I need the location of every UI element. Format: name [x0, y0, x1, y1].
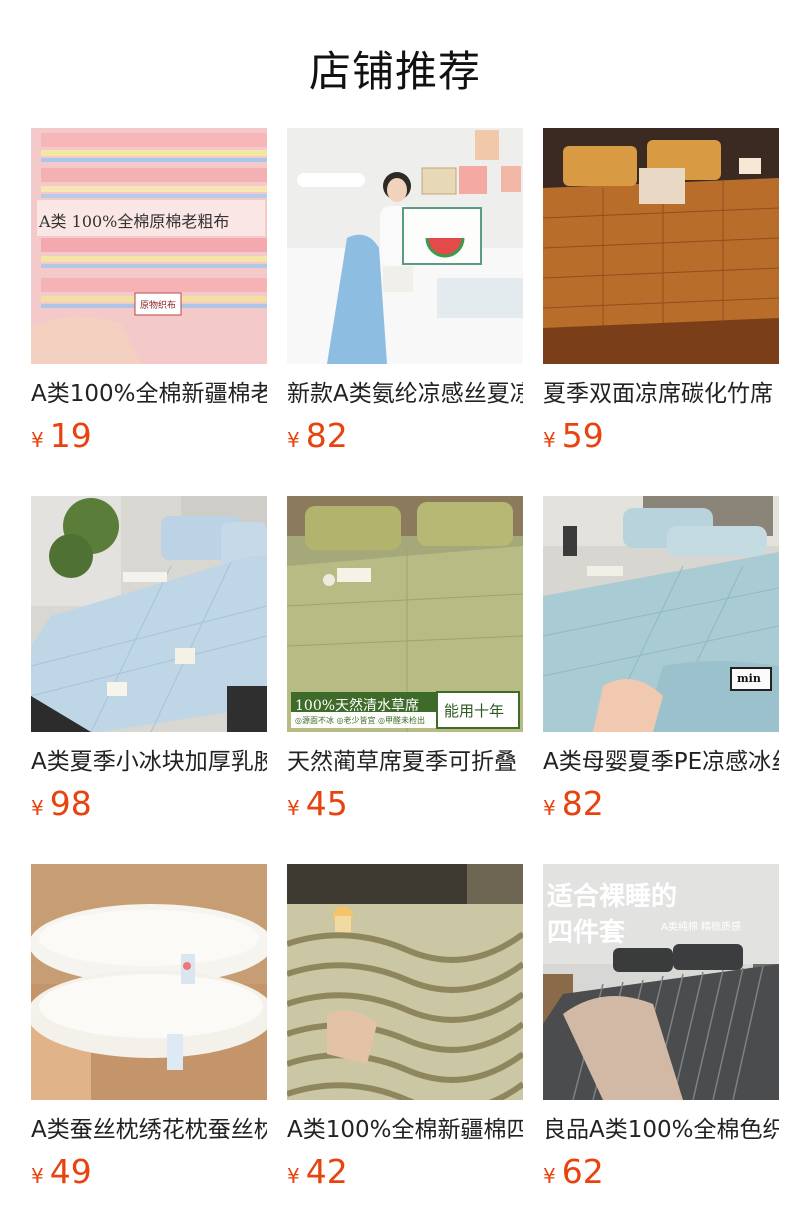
currency-symbol: ¥ [543, 796, 556, 820]
product-price: ¥49 [31, 1155, 267, 1195]
product-name[interactable]: A类100%全棉新疆棉四件套 [287, 1115, 523, 1145]
product-image[interactable]: A类 100%全棉原棉老粗布 原物织布 [31, 128, 267, 364]
image-headline: 适合裸睡的 [547, 882, 678, 912]
product-photo [543, 128, 779, 364]
product-image[interactable]: min [543, 496, 779, 732]
currency-symbol: ¥ [543, 1164, 556, 1188]
image-subcaption: ◎源面不冰 ◎老少皆宜 ◎甲醛未检出 [295, 716, 426, 725]
product-card[interactable]: A类 100%全棉原棉老粗布 原物织布 A类100%全棉新疆棉老粗布 ¥19 [31, 128, 267, 459]
price-value: 49 [49, 1152, 92, 1191]
product-price: ¥82 [543, 787, 779, 827]
product-name[interactable]: A类夏季小冰块加厚乳胶凉席 [31, 747, 267, 777]
product-name[interactable]: 良品A类100%全棉色织四件套 [543, 1115, 779, 1145]
price-value: 82 [561, 784, 604, 823]
product-card[interactable]: min A类母婴夏季PE凉感冰丝席 ¥82 [543, 496, 779, 827]
product-card[interactable]: A类夏季小冰块加厚乳胶凉席 ¥98 [31, 496, 267, 827]
price-value: 45 [305, 784, 348, 823]
image-caption: 100%天然清水草席 [295, 698, 420, 714]
currency-symbol: ¥ [31, 1164, 44, 1188]
currency-symbol: ¥ [287, 428, 300, 452]
product-image[interactable]: 适合裸睡的 四件套 A类纯棉 精梳质感 [543, 864, 779, 1100]
product-name[interactable]: 夏季双面凉席碳化竹席 [543, 379, 779, 409]
currency-symbol: ¥ [31, 796, 44, 820]
product-name[interactable]: 天然蔺草席夏季可折叠 [287, 747, 523, 777]
page-title: 店铺推荐 [308, 47, 481, 96]
product-tag-label: 原物织布 [140, 301, 177, 311]
price-value: 62 [561, 1152, 604, 1191]
currency-symbol: ¥ [31, 428, 44, 452]
currency-symbol: ¥ [287, 796, 300, 820]
product-name[interactable]: A类蚕丝枕绣花枕蚕丝枕头 [31, 1115, 267, 1145]
product-image[interactable] [31, 864, 267, 1100]
product-card[interactable]: 夏季双面凉席碳化竹席 ¥59 [543, 128, 779, 459]
product-photo [31, 128, 267, 364]
product-card[interactable]: 适合裸睡的 四件套 A类纯棉 精梳质感 良品A类100%全棉色织四件套 ¥62 [543, 864, 779, 1195]
product-image[interactable] [543, 128, 779, 364]
product-card[interactable]: 新款A类氨纶凉感丝夏凉被 ¥82 [287, 128, 523, 459]
product-card[interactable]: 100%天然清水草席 能用十年 ◎源面不冰 ◎老少皆宜 ◎甲醛未检出 天然蔺草席… [287, 496, 523, 827]
price-value: 19 [49, 416, 92, 455]
product-photo [543, 496, 779, 732]
price-value: 59 [561, 416, 604, 455]
product-card[interactable]: A类100%全棉新疆棉四件套 ¥42 [287, 864, 523, 1195]
product-name[interactable]: A类100%全棉新疆棉老粗布 [31, 379, 267, 409]
price-value: 42 [305, 1152, 348, 1191]
currency-symbol: ¥ [543, 428, 556, 452]
product-price: ¥42 [287, 1155, 523, 1195]
image-subcaption: A类纯棉 精梳质感 [661, 922, 742, 933]
currency-symbol: ¥ [287, 1164, 300, 1188]
product-photo [31, 864, 267, 1100]
product-image[interactable] [31, 496, 267, 732]
product-photo [287, 128, 523, 364]
image-caption: A类 100%全棉原棉老粗布 [39, 212, 230, 231]
product-price: ¥82 [287, 419, 523, 459]
product-name[interactable]: A类母婴夏季PE凉感冰丝席 [543, 747, 779, 777]
product-name[interactable]: 新款A类氨纶凉感丝夏凉被 [287, 379, 523, 409]
product-price: ¥45 [287, 787, 523, 827]
product-image[interactable]: 100%天然清水草席 能用十年 ◎源面不冰 ◎老少皆宜 ◎甲醛未检出 [287, 496, 523, 732]
product-price: ¥62 [543, 1155, 779, 1195]
image-badge: 能用十年 [444, 702, 505, 720]
product-image[interactable] [287, 128, 523, 364]
product-photo [287, 864, 523, 1100]
product-price: ¥59 [543, 419, 779, 459]
product-price: ¥19 [31, 419, 267, 459]
product-photo [31, 496, 267, 732]
price-value: 98 [49, 784, 92, 823]
price-value: 82 [305, 416, 348, 455]
product-price: ¥98 [31, 787, 267, 827]
product-card[interactable]: A类蚕丝枕绣花枕蚕丝枕头 ¥49 [31, 864, 267, 1195]
product-image[interactable] [287, 864, 523, 1100]
image-headline-2: 四件套 [547, 918, 626, 948]
brand-logo: min [737, 672, 761, 685]
